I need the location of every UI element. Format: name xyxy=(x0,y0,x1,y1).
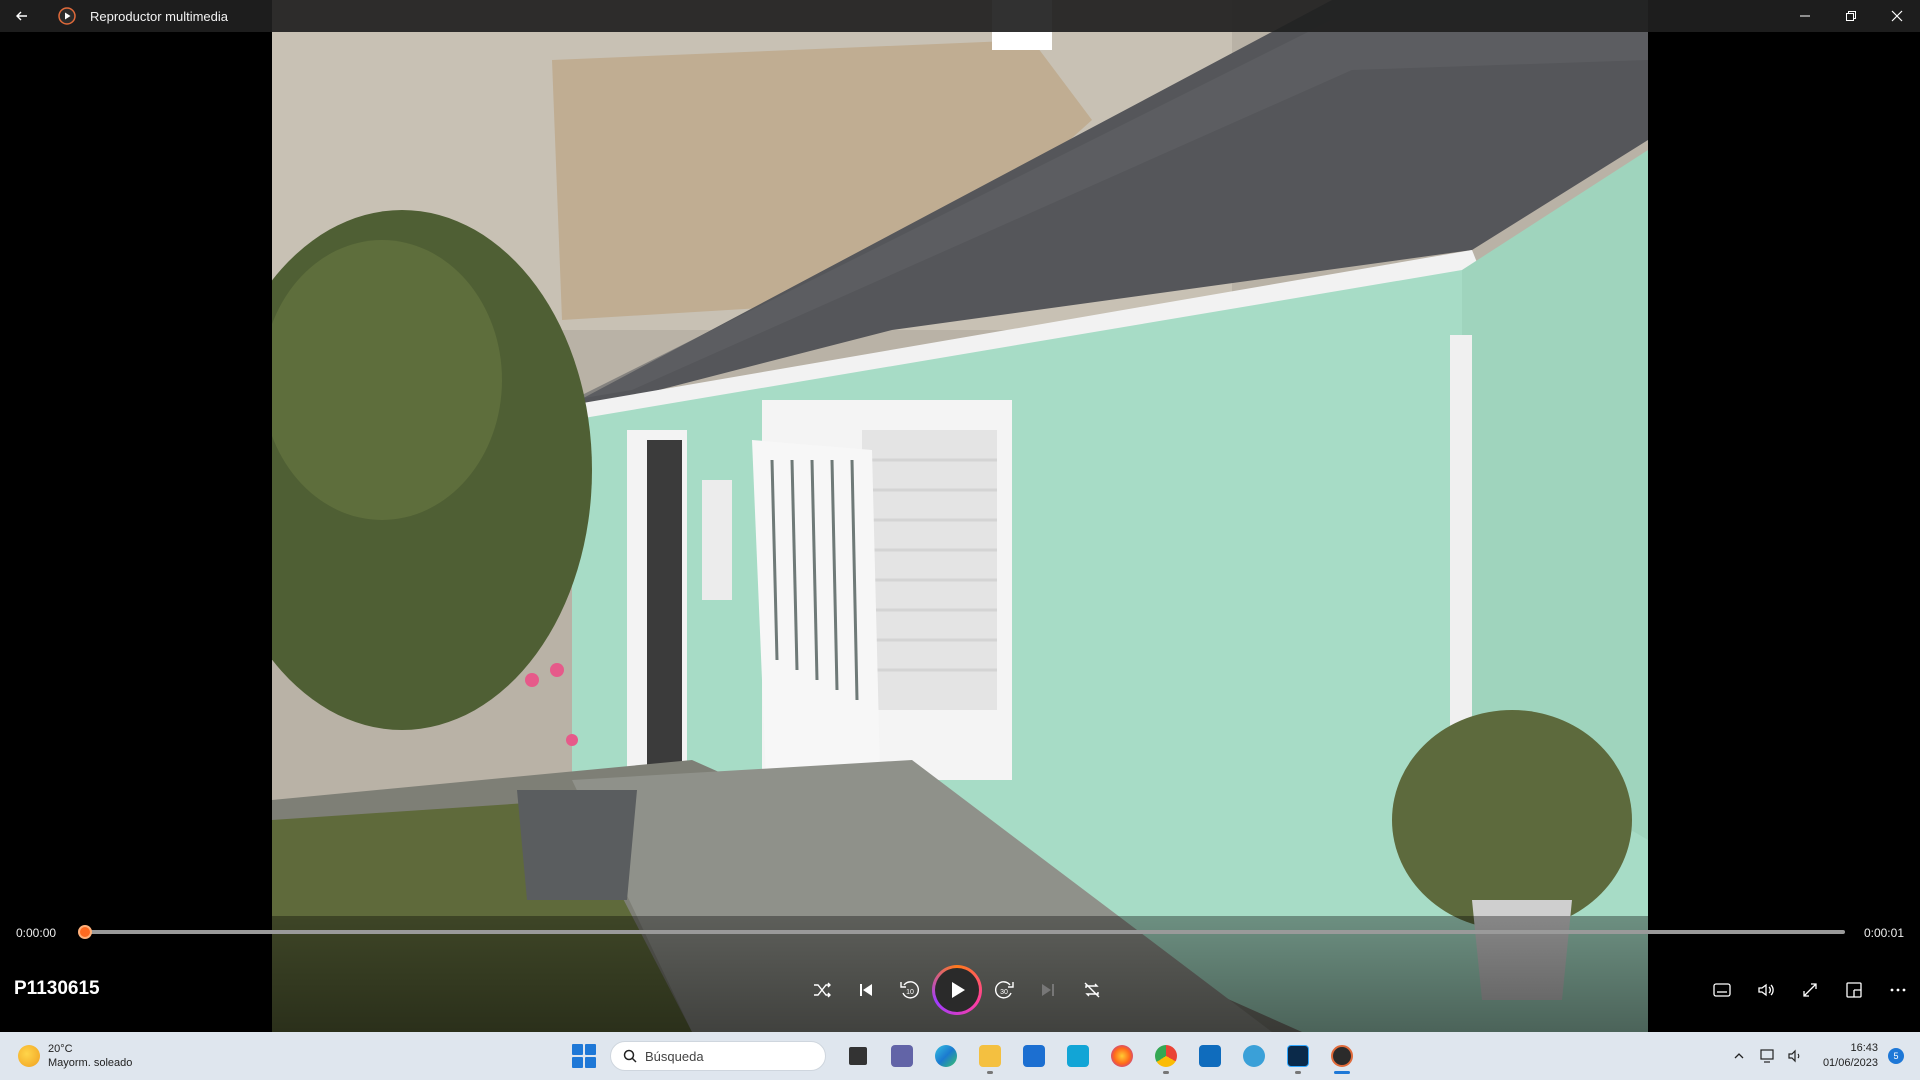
weather-temp: 20°C xyxy=(48,1043,73,1055)
windows-logo-tile xyxy=(572,1057,583,1068)
mail-icon xyxy=(1023,1045,1045,1067)
media-title: P1130615 xyxy=(14,978,100,999)
back-button[interactable] xyxy=(0,0,44,32)
windows-logo-tile xyxy=(585,1057,596,1068)
miniplayer-icon xyxy=(1846,982,1862,998)
weather-desc: Mayorm. soleado xyxy=(48,1057,133,1069)
taskbar-app-l[interactable] xyxy=(1056,1038,1100,1074)
title-bar: Reproductor multimedia xyxy=(0,0,1920,32)
speaker-button[interactable] xyxy=(1781,1034,1809,1078)
outlook-icon xyxy=(1199,1045,1221,1067)
taskbar-app-firefox[interactable] xyxy=(1100,1038,1144,1074)
active-indicator xyxy=(1334,1071,1350,1074)
total-time: 0:00:01 xyxy=(1863,926,1904,940)
svg-text:10: 10 xyxy=(906,989,914,996)
speaker-icon xyxy=(1788,1049,1800,1063)
running-indicator xyxy=(1163,1071,1169,1074)
sun-icon xyxy=(18,1045,40,1067)
clock[interactable]: 16:43 01/06/2023 xyxy=(1823,1041,1878,1071)
taskbar-app-outlook[interactable] xyxy=(1188,1038,1232,1074)
fullscreen-icon xyxy=(1803,983,1817,997)
shuffle-icon xyxy=(814,982,831,998)
restore-icon xyxy=(1846,11,1856,21)
photoshop-icon xyxy=(1287,1045,1309,1067)
system-tray: 16:43 01/06/2023 5 xyxy=(1725,1038,1904,1074)
folder-icon xyxy=(979,1045,1001,1067)
chrome-icon xyxy=(1155,1045,1177,1067)
forward-30-icon: 30 xyxy=(995,981,1014,999)
play-button[interactable] xyxy=(932,965,982,1015)
repeat-icon xyxy=(1084,982,1100,998)
taskbar-app-media-player[interactable] xyxy=(1320,1038,1364,1074)
next-icon xyxy=(1042,984,1054,996)
network-button[interactable] xyxy=(1753,1034,1781,1078)
close-button[interactable] xyxy=(1874,0,1920,32)
windows-logo-tile xyxy=(572,1044,583,1055)
fullscreen-button[interactable] xyxy=(1788,968,1832,1012)
clock-time: 16:43 xyxy=(1850,1042,1878,1054)
taskbar-search[interactable]: Búsqueda xyxy=(610,1041,826,1071)
l-app-icon xyxy=(1067,1045,1089,1067)
firefox-icon xyxy=(1111,1045,1133,1067)
running-indicator xyxy=(987,1071,993,1074)
windows-logo-tile xyxy=(585,1044,596,1055)
window-title: Reproductor multimedia xyxy=(90,8,229,24)
taskbar-app-photoshop[interactable] xyxy=(1276,1038,1320,1074)
show-hidden-icons-button[interactable] xyxy=(1725,1034,1753,1078)
volume-button[interactable] xyxy=(1744,968,1788,1012)
more-icon xyxy=(1890,988,1906,992)
back-arrow-icon xyxy=(16,11,27,21)
taskbar-app-maps[interactable] xyxy=(1232,1038,1276,1074)
svg-text:30: 30 xyxy=(1000,989,1008,996)
maps-icon xyxy=(1243,1045,1265,1067)
rewind-10-icon: 10 xyxy=(900,981,919,999)
running-indicator xyxy=(1295,1071,1301,1074)
taskbar: 20°C Mayorm. soleado Búsqueda 16:43 01/0… xyxy=(0,1032,1920,1080)
playback-controls: 10 30 xyxy=(800,965,1114,1015)
volume-icon xyxy=(1758,983,1774,997)
taskbar-app-teams[interactable] xyxy=(880,1038,924,1074)
clock-date: 01/06/2023 xyxy=(1822,1057,1878,1069)
minimize-button[interactable] xyxy=(1782,0,1828,32)
shuffle-button[interactable] xyxy=(800,968,844,1012)
teams-icon xyxy=(891,1045,913,1067)
taskbar-apps xyxy=(836,1038,1364,1074)
weather-widget[interactable]: 20°C Mayorm. soleado xyxy=(18,1042,132,1070)
taskbar-app-chrome[interactable] xyxy=(1144,1038,1188,1074)
play-icon xyxy=(952,982,965,998)
taskbar-app-file-explorer[interactable] xyxy=(968,1038,1012,1074)
task-view-icon xyxy=(849,1047,867,1065)
taskbar-app-mail[interactable] xyxy=(1012,1038,1056,1074)
media-player-logo-icon xyxy=(58,7,76,25)
network-icon xyxy=(1760,1049,1774,1063)
edge-icon xyxy=(935,1045,957,1067)
search-placeholder: Búsqueda xyxy=(645,1048,704,1064)
miniplayer-button[interactable] xyxy=(1832,968,1876,1012)
taskbar-app-task-view[interactable] xyxy=(836,1038,880,1074)
more-options-button[interactable] xyxy=(1876,968,1920,1012)
start-button[interactable] xyxy=(572,1044,596,1068)
rewind-10-button[interactable]: 10 xyxy=(888,968,932,1012)
minimize-icon xyxy=(1800,15,1810,17)
previous-button[interactable] xyxy=(844,968,888,1012)
restore-button[interactable] xyxy=(1828,0,1874,32)
current-time: 0:00:00 xyxy=(16,926,57,940)
notification-badge[interactable]: 5 xyxy=(1888,1048,1904,1064)
previous-icon xyxy=(860,984,872,996)
taskbar-app-edge[interactable] xyxy=(924,1038,968,1074)
close-icon xyxy=(1891,10,1903,22)
repeat-button[interactable] xyxy=(1070,968,1114,1012)
subtitles-button[interactable] xyxy=(1700,968,1744,1012)
subtitles-icon xyxy=(1713,983,1731,997)
media-player-icon xyxy=(1331,1045,1353,1067)
forward-30-button[interactable]: 30 xyxy=(982,968,1026,1012)
search-icon xyxy=(623,1049,637,1063)
media-player-window: Reproductor multimedia 0:00:00 0:00:01 P… xyxy=(0,0,1920,1080)
seek-thumb[interactable] xyxy=(78,925,92,939)
seek-bar[interactable] xyxy=(85,930,1845,934)
video-frame[interactable] xyxy=(272,0,1648,1032)
secondary-controls xyxy=(1700,968,1920,1012)
next-button[interactable] xyxy=(1026,968,1070,1012)
chevron-up-icon xyxy=(1734,1053,1744,1059)
